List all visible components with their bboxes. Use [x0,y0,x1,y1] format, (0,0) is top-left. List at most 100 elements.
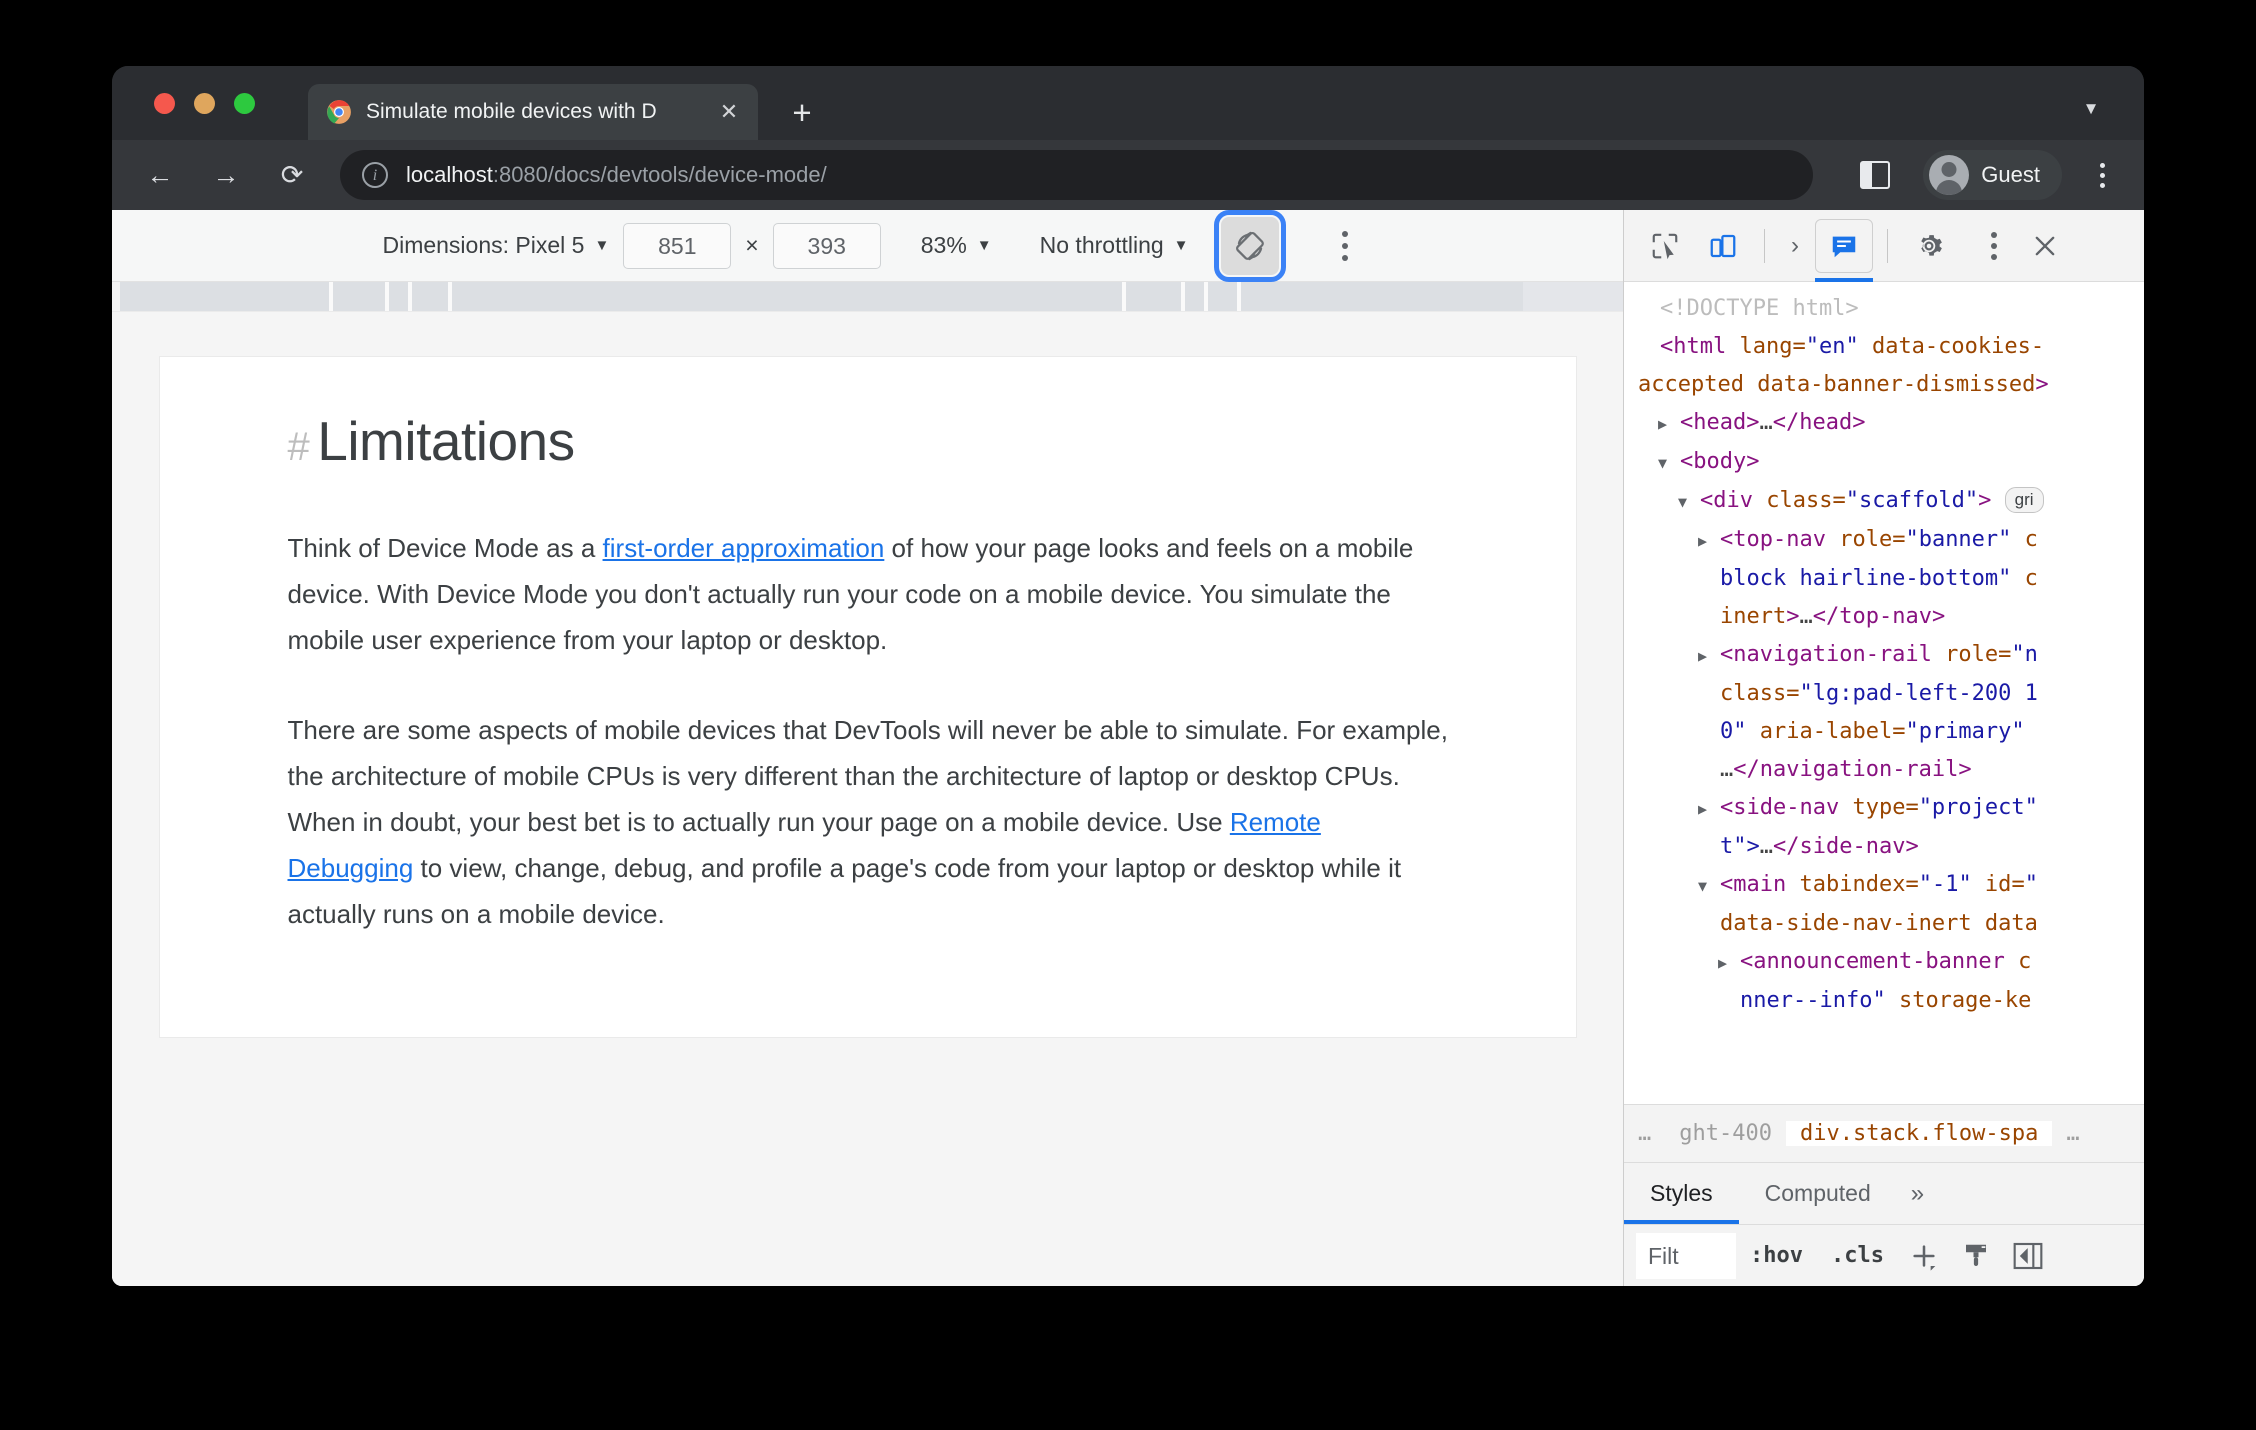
dom-tree-line[interactable]: 0" aria-label="primary" [1624,713,2144,751]
back-arrow-icon[interactable]: ← [134,149,186,201]
dom-token-attr: c [2018,949,2032,974]
devtools-toolbar: › [1624,210,2144,282]
dom-token-punc2: = [1832,488,1846,513]
dom-token-tag: </side-nav> [1773,834,1919,859]
filter-input[interactable]: Filt [1636,1232,1736,1279]
tab-styles[interactable]: Styles [1624,1163,1739,1224]
browser-tab[interactable]: Simulate mobile devices with D ✕ [308,84,758,140]
plus-icon[interactable] [1898,1233,1950,1279]
triangle-right-icon[interactable] [1698,790,1720,828]
dom-tree-line[interactable]: <announcement-banner c [1624,943,2144,982]
viewport-height-input[interactable]: 393 [772,222,881,269]
first-order-approximation-link[interactable]: first-order approximation [603,533,885,563]
anchor-hash-icon[interactable]: # [288,425,310,470]
three-dot-menu-icon[interactable] [1960,219,2014,273]
dom-tree-line[interactable]: <top-nav role="banner" c [1624,521,2144,560]
paintbrush-icon[interactable] [1950,1233,2002,1279]
rotate-device-icon[interactable] [1213,209,1286,282]
triangle-down-icon[interactable] [1658,444,1680,482]
device-selector[interactable]: Dimensions: Pixel 5 ▼ [368,232,623,259]
dom-token-attr: data-side-nav-inert data [1720,911,2038,936]
throttling-selector[interactable]: No throttling ▼ [1026,232,1203,259]
info-circle-icon[interactable]: i [362,162,388,188]
close-window-button[interactable] [154,93,175,114]
close-icon[interactable] [2018,219,2072,273]
triangle-right-icon[interactable] [1658,405,1680,443]
more-tabs-icon[interactable]: » [1897,1163,1938,1224]
dom-tree-line[interactable]: <navigation-rail role="n [1624,636,2144,675]
address-bar[interactable]: i localhost:8080/docs/devtools/device-mo… [340,150,1814,200]
tab-computed[interactable]: Computed [1739,1163,1897,1224]
breadcrumb-item-1[interactable]: div.stack.flow-spa [1785,1121,2053,1146]
three-dot-menu-icon[interactable] [2082,155,2122,195]
dom-token-punc2: = [1786,681,1800,706]
dom-tree-line[interactable]: block hairline-bottom" c [1624,560,2144,598]
triangle-down-icon[interactable] [1678,483,1700,521]
dom-token-ell: … [1759,410,1773,435]
dom-tree[interactable]: <!DOCTYPE html> <html lang="en" data-cook… [1624,282,2144,1104]
dom-token-tag: <body> [1680,449,1760,474]
dom-tree-line[interactable]: <main tabindex="-1" id=" [1624,866,2144,905]
dom-tree-line[interactable]: <div class="scaffold"> gri [1624,482,2144,521]
minimize-window-button[interactable] [194,93,215,114]
dom-token-tag: </head> [1772,410,1866,435]
dom-token-attr: inert [1720,604,1787,629]
dom-token-tag: > [1978,488,1992,513]
device-toolbar-more-options[interactable] [1323,222,1367,270]
dom-tree-line[interactable]: class="lg:pad-left-200 1 [1624,675,2144,713]
dimension-separator: × [745,232,759,258]
dom-token-val: nner--info" [1740,988,1886,1013]
dom-token-punc2: = [2011,872,2025,897]
triangle-right-icon[interactable] [1718,944,1740,982]
dom-token-attr: id [1971,872,2012,897]
side-panel-icon[interactable] [1849,149,1901,201]
dom-tree-line[interactable]: <html lang="en" data-cookies-accepted da… [1624,328,2144,404]
device-selector-label: Dimensions: Pixel 5 [382,232,585,258]
dom-token-attr: class [1766,488,1833,513]
toggle-device-toolbar-icon[interactable] [1696,219,1750,273]
dom-token-val: 0" [1720,719,1747,744]
triangle-right-icon[interactable] [1698,637,1720,675]
dom-tree-line[interactable]: <side-nav type="project" [1624,789,2144,828]
breadcrumb-overflow-right[interactable]: … [2052,1121,2093,1146]
sidebar-toggle-icon[interactable] [2002,1233,2054,1279]
forward-arrow-icon[interactable]: → [200,149,252,201]
dom-tree-line[interactable]: …</navigation-rail> [1624,751,2144,789]
maximize-window-button[interactable] [234,93,255,114]
dom-token-punc2: = [1905,872,1919,897]
dom-token-val: "primary" [1905,719,2025,744]
dom-token-ell: … [1720,757,1734,782]
hov-button[interactable]: :hov [1736,1233,1817,1279]
paragraph-2-part-3: to view, change, debug, and profile a pa… [287,853,1402,929]
chevron-right-icon[interactable]: › [1779,232,1811,260]
triangle-down-icon[interactable] [1698,867,1720,905]
gear-icon[interactable] [1902,219,1956,273]
dom-tree-line[interactable]: <head>…</head> [1624,404,2144,443]
grid-badge[interactable]: gri [2004,487,2044,513]
reload-icon[interactable]: ⟳ [266,149,318,201]
devtools-panel: › <!DOCTYPE html> <html lang="en" data-c… [1624,210,2144,1286]
new-tab-button[interactable]: + [784,96,820,132]
dom-tree-line[interactable]: nner--info" storage-ke [1624,982,2144,1020]
viewport-width-input[interactable]: 851 [623,222,732,269]
dom-tree-line[interactable]: t">…</side-nav> [1624,828,2144,866]
dom-tree-line[interactable]: <body> [1624,443,2144,482]
cls-button[interactable]: .cls [1817,1233,1898,1279]
elements-panel-icon[interactable] [1815,218,1873,282]
dom-token-val: t"> [1720,834,1760,859]
triangle-right-icon[interactable] [1698,522,1720,560]
profile-button[interactable]: Guest [1923,150,2062,200]
profile-label: Guest [1981,162,2040,187]
close-icon[interactable]: ✕ [714,97,744,127]
styles-tabs: Styles Computed » [1624,1162,2144,1224]
inspect-element-icon[interactable] [1638,219,1692,273]
dom-tree-line[interactable]: data-side-nav-inert data [1624,905,2144,943]
breadcrumb-overflow-left[interactable]: … [1624,1121,1665,1146]
dom-tree-line[interactable]: <!DOCTYPE html> [1624,290,2144,328]
chevron-down-icon[interactable]: ▼ [2076,94,2106,124]
breadcrumb-item-0[interactable]: ght-400 [1665,1121,1786,1146]
zoom-selector[interactable]: 83% ▼ [907,232,1006,259]
dom-tree-line[interactable]: inert>…</top-nav> [1624,598,2144,636]
dom-token-attr: role [1945,642,1999,667]
dom-token-attr: aria-label [1746,719,1893,744]
